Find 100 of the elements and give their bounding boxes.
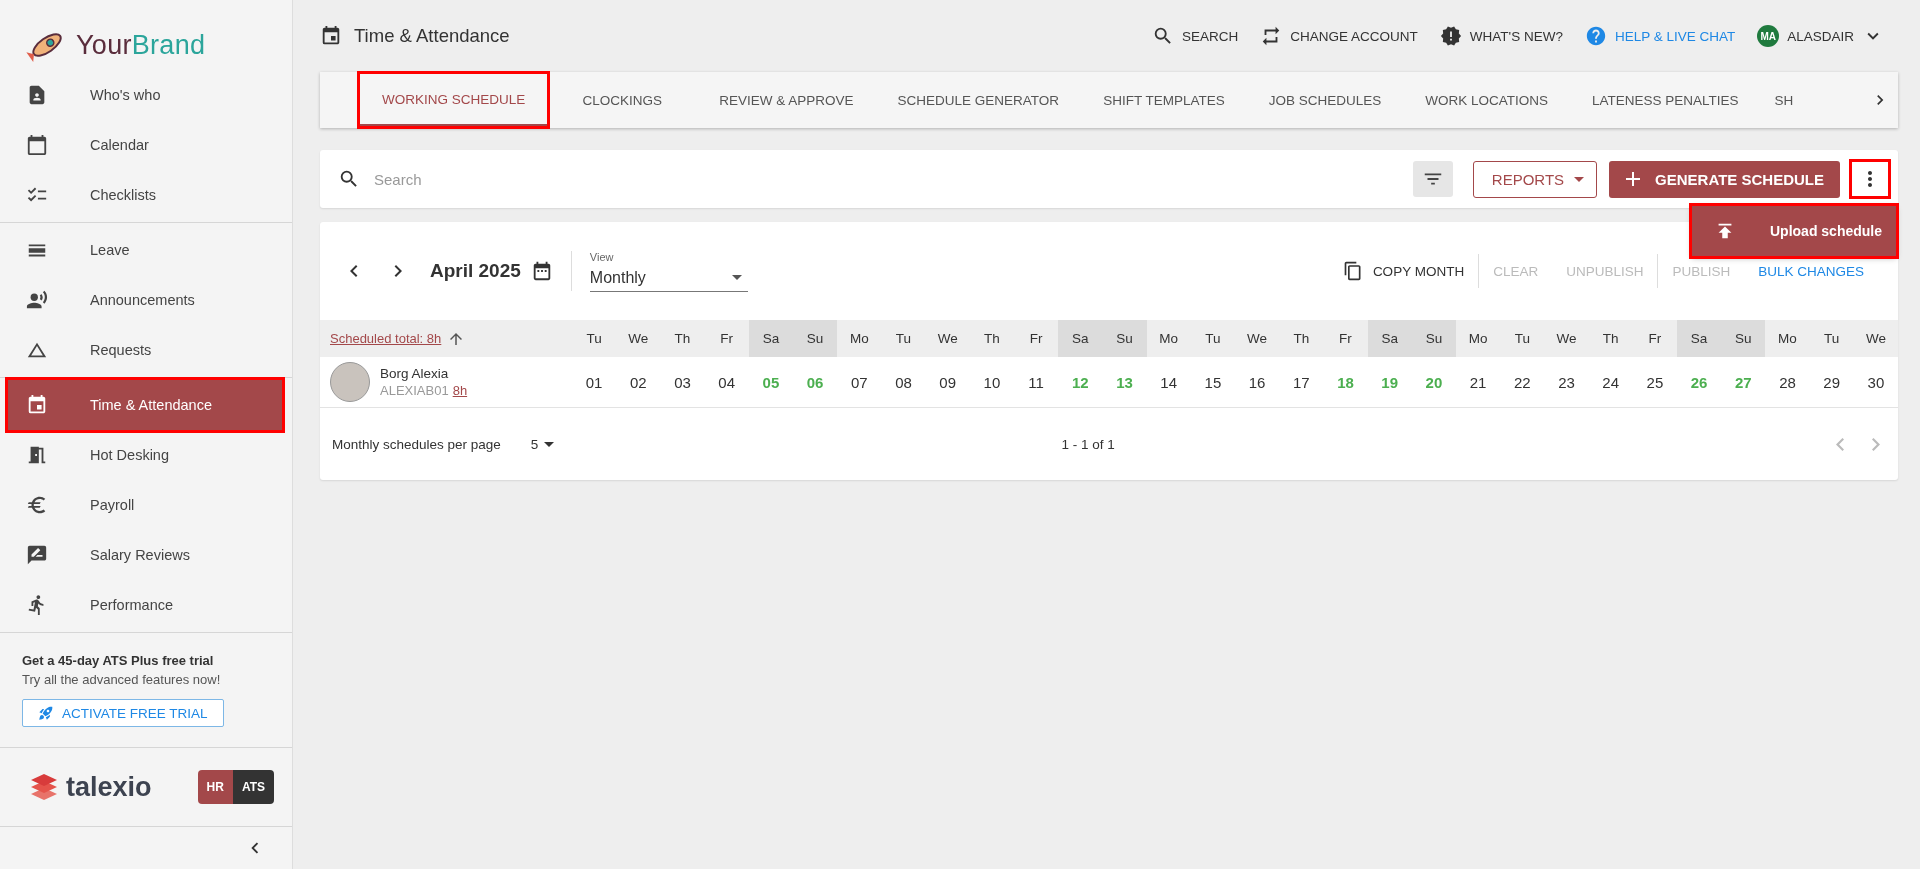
tab[interactable]: WORKING SCHEDULE xyxy=(360,74,548,126)
door-icon xyxy=(26,444,48,466)
day-header: We xyxy=(1235,320,1280,357)
day-cell[interactable]: 09 xyxy=(925,357,970,408)
sidebar-item[interactable]: Who's who xyxy=(8,70,282,120)
day-cell[interactable]: 08 xyxy=(881,357,926,408)
calendar-action[interactable]: COPY MONTH xyxy=(1328,255,1479,287)
day-cell[interactable]: 11 xyxy=(1014,357,1059,408)
day-cell[interactable]: 10 xyxy=(969,357,1014,408)
day-cell[interactable]: 14 xyxy=(1146,357,1191,408)
menu-item[interactable]: Upload schedule xyxy=(1692,206,1896,256)
day-header: Tu xyxy=(1190,320,1235,357)
day-cell[interactable]: 03 xyxy=(660,357,705,408)
day-cell[interactable]: 02 xyxy=(616,357,661,408)
chevron-right-icon xyxy=(1872,437,1880,451)
day-cell[interactable]: 16 xyxy=(1235,357,1280,408)
day-header: Mo xyxy=(1456,320,1501,357)
sidebar-item[interactable]: Payroll xyxy=(8,480,282,530)
day-cell[interactable]: 28 xyxy=(1765,357,1810,408)
day-header: Tu xyxy=(572,320,617,357)
tab[interactable]: SCHEDULE GENERATOR xyxy=(875,74,1082,126)
tab[interactable]: WORK LOCATIONS xyxy=(1403,74,1570,126)
day-header: Th xyxy=(1279,320,1324,357)
employee-name[interactable]: Borg Alexia xyxy=(380,366,468,381)
sidebar-item[interactable]: Hot Desking xyxy=(8,430,282,480)
event-calendar-icon xyxy=(26,394,48,416)
view-select[interactable]: View Monthly xyxy=(589,250,748,292)
day-cell[interactable]: 29 xyxy=(1809,357,1854,408)
sidebar-item[interactable]: Leave xyxy=(8,225,282,275)
day-cell[interactable]: 15 xyxy=(1190,357,1235,408)
reports-button[interactable]: REPORTS xyxy=(1472,160,1598,198)
trial-text: Try all the advanced features now! xyxy=(22,672,221,687)
sidebar-item-label: Performance xyxy=(90,597,173,613)
filter-button[interactable] xyxy=(1412,161,1453,197)
sidebar-item-label: Requests xyxy=(90,342,152,358)
calendar-action[interactable]: BULK CHANGES xyxy=(1744,257,1878,285)
day-header: Fr xyxy=(1014,320,1059,357)
trial-title: Get a 45-day ATS Plus free trial xyxy=(22,653,214,668)
day-cell[interactable]: 30 xyxy=(1853,357,1898,408)
sidebar-item-label: Checklists xyxy=(90,187,157,203)
sidebar-item[interactable]: Salary Reviews xyxy=(8,530,282,580)
sidebar-item-label: Announcements xyxy=(90,292,195,308)
search-icon xyxy=(338,168,360,190)
tab[interactable]: JOB SCHEDULES xyxy=(1246,74,1404,126)
sidebar-item-label: Payroll xyxy=(90,497,135,513)
header-action[interactable]: CHANGE ACCOUNT xyxy=(1260,25,1418,47)
tab[interactable]: LATENESS PENALTIES xyxy=(1569,74,1761,126)
per-page-label: Monthly schedules per page xyxy=(332,436,501,452)
day-cell[interactable]: 17 xyxy=(1279,357,1324,408)
day-header: Th xyxy=(1588,320,1633,357)
sidebar-item-label: Hot Desking xyxy=(90,447,169,463)
day-header: We xyxy=(1544,320,1589,357)
module-toggle[interactable]: HR xyxy=(197,770,233,804)
user-menu-button[interactable]: MA ALASDAIR xyxy=(1757,25,1884,47)
sidebar-item[interactable]: Performance xyxy=(8,580,282,630)
day-header: Fr xyxy=(704,320,749,357)
day-header: We xyxy=(925,320,970,357)
dropdown-caret-icon xyxy=(731,275,742,280)
day-cell[interactable]: 21 xyxy=(1456,357,1501,408)
day-cell[interactable]: 01 xyxy=(572,357,617,408)
sidebar-item[interactable]: Calendar xyxy=(8,120,282,170)
header-action[interactable]: SEARCH xyxy=(1152,25,1239,47)
day-header: We xyxy=(1853,320,1898,357)
day-cell[interactable]: 22 xyxy=(1500,357,1545,408)
module-toggle[interactable]: ATS xyxy=(232,770,274,804)
day-cell[interactable]: 07 xyxy=(837,357,882,408)
day-cell[interactable]: 04 xyxy=(704,357,749,408)
rate-review-icon xyxy=(26,544,48,566)
speaking-person-icon xyxy=(26,289,48,311)
avatar-placeholder xyxy=(330,362,370,402)
sidebar-item[interactable]: Announcements xyxy=(8,275,282,325)
more-options-button[interactable] xyxy=(1852,162,1888,196)
euro-icon xyxy=(26,494,48,516)
rocket-icon xyxy=(38,705,54,721)
header-action[interactable]: WHAT'S NEW? xyxy=(1439,25,1563,47)
employee-code: ALEXIAB01 xyxy=(380,383,449,398)
employee-hours-link[interactable]: 8h xyxy=(452,383,468,398)
day-cell[interactable]: 24 xyxy=(1588,357,1633,408)
stacked-layers-logo-icon xyxy=(30,774,58,800)
sidebar-item[interactable]: Time & Attendance xyxy=(8,380,282,430)
scheduled-total-link[interactable]: Scheduled total: 8h xyxy=(330,331,442,346)
day-header: Mo xyxy=(1765,320,1810,357)
day-header: Tu xyxy=(1809,320,1854,357)
sidebar-item[interactable]: Checklists xyxy=(8,170,282,220)
day-header: Sa xyxy=(1367,320,1412,357)
page-title: Time & Attendance xyxy=(354,25,510,47)
day-header: Fr xyxy=(1632,320,1677,357)
per-page-select[interactable]: 5 xyxy=(524,435,561,453)
activate-trial-button[interactable]: ACTIVATE FREE TRIAL xyxy=(22,699,224,727)
day-cell[interactable]: 23 xyxy=(1544,357,1589,408)
tab[interactable]: REVIEW & APPROVE xyxy=(697,74,876,126)
sidebar-item[interactable]: Requests xyxy=(8,325,282,375)
day-cell[interactable]: 25 xyxy=(1632,357,1677,408)
tab[interactable]: CLOCKINGS xyxy=(547,74,698,126)
tab[interactable]: SH xyxy=(1760,74,1794,126)
generate-schedule-button[interactable]: GENERATE SCHEDULE xyxy=(1609,160,1840,198)
copy-icon xyxy=(1342,261,1363,281)
tab[interactable]: SHIFT TEMPLATES xyxy=(1081,74,1247,126)
day-header: Sa xyxy=(1058,320,1103,357)
day-header: Sa xyxy=(1677,320,1722,357)
